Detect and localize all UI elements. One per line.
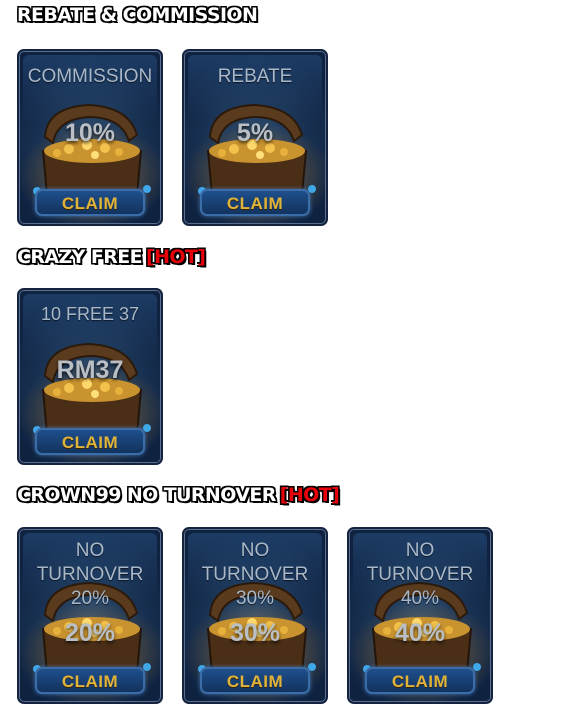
- section-title-no-turnover: CROWN99 NO TURNOVER [HOT]: [17, 484, 340, 506]
- hot-badge: [HOT]: [279, 484, 340, 506]
- promo-card-commission[interactable]: COMMISSION 10% CLAIM: [17, 49, 163, 226]
- claim-button[interactable]: CLAIM: [200, 667, 310, 694]
- card-label-line: NO: [240, 540, 270, 561]
- promo-card-no-turnover-40[interactable]: NO TURNOVER 40% 40% CLAIM: [347, 527, 493, 704]
- card-label-line: TURNOVER: [366, 564, 474, 585]
- card-label: COMMISSION: [27, 66, 153, 87]
- card-label-line: 20%: [70, 588, 110, 609]
- hot-badge: [HOT]: [146, 246, 206, 268]
- section-title-text: CROWN99 NO TURNOVER: [17, 484, 276, 506]
- card-label-line: 40%: [400, 588, 440, 609]
- treasure-chest-icon: [33, 103, 151, 196]
- card-label-line: TURNOVER: [201, 564, 309, 585]
- promo-card-no-turnover-20[interactable]: NO TURNOVER 20% 20% CLAIM: [17, 527, 163, 704]
- promo-card-rebate[interactable]: REBATE 5% CLAIM: [182, 49, 328, 226]
- claim-button[interactable]: CLAIM: [365, 667, 475, 694]
- claim-button[interactable]: CLAIM: [35, 667, 145, 694]
- claim-button[interactable]: CLAIM: [35, 189, 145, 216]
- claim-button[interactable]: CLAIM: [35, 428, 145, 455]
- card-label-line: NO: [75, 540, 105, 561]
- card-label: 10 FREE 37: [40, 304, 140, 324]
- card-value: 20%: [64, 619, 116, 647]
- card-label: REBATE: [217, 66, 293, 87]
- promo-card-10-free-37[interactable]: 10 FREE 37 RM37 CLAIM: [17, 288, 163, 465]
- card-label-line: NO: [405, 540, 435, 561]
- section-title-rebate-commission: REBATE & COMMISSION: [17, 4, 258, 26]
- card-value: RM37: [56, 356, 124, 384]
- card-label: NO TURNOVER 40%: [349, 539, 491, 611]
- card-value: 30%: [229, 619, 281, 647]
- promo-card-no-turnover-30[interactable]: NO TURNOVER 30% 30% CLAIM: [182, 527, 328, 704]
- treasure-chest-icon: [33, 342, 151, 435]
- card-label-line: 30%: [235, 588, 275, 609]
- section-title-text: REBATE & COMMISSION: [17, 4, 258, 26]
- section-title-crazy-free: CRAZY FREE [HOT]: [17, 246, 206, 268]
- claim-button[interactable]: CLAIM: [200, 189, 310, 216]
- card-value: 5%: [236, 119, 274, 147]
- card-label: NO TURNOVER 30%: [184, 539, 326, 611]
- section-title-text: CRAZY FREE: [17, 246, 143, 268]
- card-label: NO TURNOVER 20%: [19, 539, 161, 611]
- treasure-chest-icon: [198, 103, 316, 196]
- card-value: 10%: [64, 119, 116, 147]
- card-value: 40%: [394, 619, 446, 647]
- card-label-line: TURNOVER: [36, 564, 144, 585]
